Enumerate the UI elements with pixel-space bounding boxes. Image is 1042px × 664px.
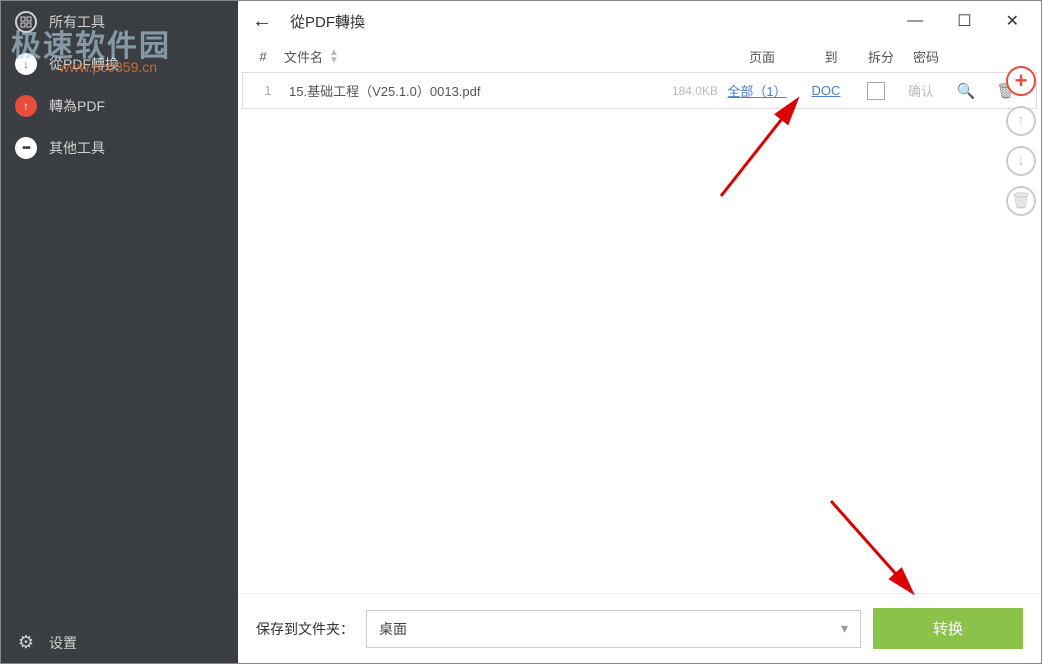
- sort-icon: ▲▼: [329, 49, 339, 65]
- header-num: #: [248, 49, 278, 64]
- row-num: 1: [253, 83, 283, 98]
- save-folder-label: 保存到文件夹：: [256, 619, 354, 639]
- sidebar-item-label: 轉為PDF: [49, 96, 105, 116]
- header-split: 拆分: [861, 47, 901, 66]
- row-filesize: 184.0KB: [648, 84, 718, 98]
- sidebar-item-label: 设置: [49, 633, 77, 653]
- password-button[interactable]: 确认: [908, 84, 934, 99]
- add-file-button[interactable]: +: [1006, 66, 1036, 96]
- header-to: 到: [801, 47, 861, 66]
- chevron-down-icon: ▾: [841, 620, 848, 637]
- header-page: 页面: [723, 47, 801, 66]
- arrow-up-icon: ↑: [15, 95, 37, 117]
- sidebar-item-all-tools[interactable]: 所有工具: [1, 1, 238, 43]
- header-filename[interactable]: 文件名 ▲▼: [278, 47, 653, 66]
- table-body: [238, 109, 1041, 593]
- back-button[interactable]: ←: [252, 10, 272, 33]
- sidebar-item-from-pdf[interactable]: ↓ 從PDF轉換: [1, 43, 238, 85]
- main-panel: ← 從PDF轉換 — ☐ ✕ # 文件名 ▲▼ 页面 到 拆分 密码 1 15.…: [238, 1, 1041, 663]
- table-row[interactable]: 1 15.基础工程（V25.1.0）0013.pdf 184.0KB 全部（1）…: [242, 72, 1037, 109]
- move-up-button[interactable]: ↑: [1006, 106, 1036, 136]
- sidebar-item-settings[interactable]: ⚙ 设置: [1, 622, 238, 663]
- header-password: 密码: [901, 47, 951, 66]
- row-filename: 15.基础工程（V25.1.0）0013.pdf: [283, 81, 648, 100]
- arrow-down-icon: ↓: [15, 53, 37, 75]
- sidebar: 所有工具 ↓ 從PDF轉換 ↑ 轉為PDF ••• 其他工具 ⚙ 设置: [1, 1, 238, 663]
- sidebar-item-to-pdf[interactable]: ↑ 轉為PDF: [1, 85, 238, 127]
- grid-icon: [15, 11, 37, 33]
- sidebar-item-label: 其他工具: [49, 138, 105, 158]
- table-header: # 文件名 ▲▼ 页面 到 拆分 密码: [238, 41, 1041, 72]
- convert-button[interactable]: 转换: [873, 608, 1023, 649]
- page-selector[interactable]: 全部（1）: [727, 84, 786, 99]
- move-down-button[interactable]: ↓: [1006, 146, 1036, 176]
- minimize-button[interactable]: —: [899, 10, 931, 32]
- gear-icon: ⚙: [15, 632, 37, 653]
- delete-all-button[interactable]: 🗑: [1006, 186, 1036, 216]
- page-title: 從PDF轉換: [290, 11, 365, 32]
- maximize-button[interactable]: ☐: [949, 9, 979, 33]
- search-icon[interactable]: 🔍: [957, 83, 976, 100]
- format-selector[interactable]: DOC: [812, 83, 841, 98]
- side-actions: + ↑ ↓ 🗑: [1006, 66, 1036, 216]
- sidebar-item-label: 從PDF轉換: [49, 54, 119, 74]
- split-checkbox[interactable]: [867, 82, 885, 100]
- bottom-bar: 保存到文件夹： 桌面 ▾ 转换: [238, 593, 1041, 663]
- titlebar: ← 從PDF轉換 — ☐ ✕: [238, 1, 1041, 41]
- folder-dropdown[interactable]: 桌面 ▾: [366, 610, 861, 648]
- close-button[interactable]: ✕: [998, 9, 1027, 33]
- sidebar-item-other-tools[interactable]: ••• 其他工具: [1, 127, 238, 169]
- sidebar-item-label: 所有工具: [49, 12, 105, 32]
- dots-icon: •••: [15, 137, 37, 159]
